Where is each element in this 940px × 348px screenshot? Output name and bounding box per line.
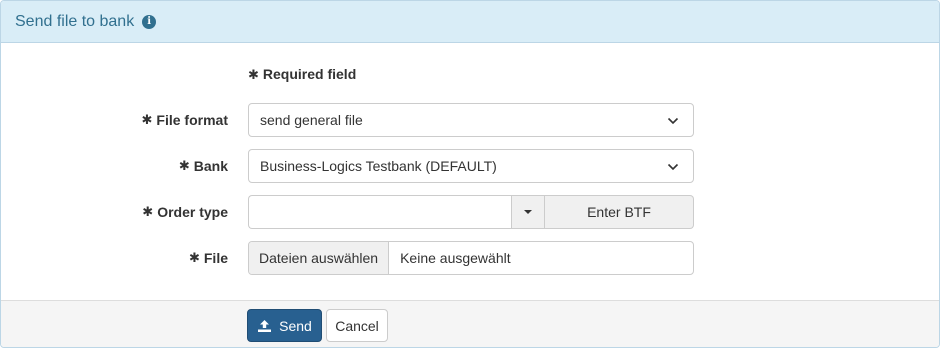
send-button-label: Send	[279, 317, 312, 334]
panel-heading: Send file to bank i	[1, 1, 939, 43]
send-button[interactable]: Send	[247, 309, 322, 342]
cancel-button[interactable]: Cancel	[326, 309, 388, 342]
required-star: ✱	[142, 204, 154, 220]
order-type-row: ✱ Order type Enter BTF	[1, 195, 939, 229]
file-format-label: ✱ File format	[142, 103, 228, 137]
order-type-input[interactable]	[248, 195, 511, 229]
chevron-down-icon	[667, 163, 679, 171]
file-status-text: Keine ausgewählt	[400, 250, 511, 266]
bank-value: Business-Logics Testbank (DEFAULT)	[260, 158, 497, 174]
upload-icon	[258, 319, 272, 332]
file-label-text: File	[203, 250, 228, 266]
file-format-value: send general file	[260, 112, 363, 128]
order-type-label-text: Order type	[157, 204, 228, 220]
panel-title: Send file to bank	[15, 12, 135, 30]
file-row: ✱ File Dateien auswählen Keine ausgewählt	[1, 241, 939, 275]
file-format-label-text: File format	[156, 112, 228, 128]
required-star: ✱	[178, 158, 190, 174]
bank-label-text: Bank	[193, 158, 228, 174]
enter-btf-button[interactable]: Enter BTF	[545, 195, 694, 229]
send-file-panel: Send file to bank i ✱ Required field ✱ Fil…	[0, 0, 940, 348]
file-input[interactable]: Dateien auswählen Keine ausgewählt	[248, 241, 694, 275]
panel-footer	[1, 300, 939, 347]
order-type-group: Enter BTF	[248, 195, 694, 229]
info-icon[interactable]: i	[142, 14, 157, 29]
bank-label: ✱ Bank	[179, 149, 228, 183]
required-note-text: Required field	[262, 66, 357, 82]
file-format-row: ✱ File format send general file	[1, 103, 939, 137]
order-type-dropdown-button[interactable]	[511, 195, 545, 229]
order-type-label: ✱ Order type	[142, 195, 228, 229]
required-star: ✱	[141, 112, 153, 128]
chevron-down-icon	[667, 117, 679, 125]
bank-row: ✱ Bank Business-Logics Testbank (DEFAULT)	[1, 149, 939, 183]
required-star: ✱	[248, 68, 259, 83]
caret-down-icon	[524, 210, 532, 214]
bank-select[interactable]: Business-Logics Testbank (DEFAULT)	[248, 149, 694, 183]
choose-files-button[interactable]: Dateien auswählen	[249, 242, 390, 274]
file-label: ✱ File	[189, 241, 228, 275]
file-format-select[interactable]: send general file	[248, 103, 694, 137]
required-star: ✱	[188, 250, 200, 266]
required-field-note: ✱ Required field	[248, 66, 356, 83]
